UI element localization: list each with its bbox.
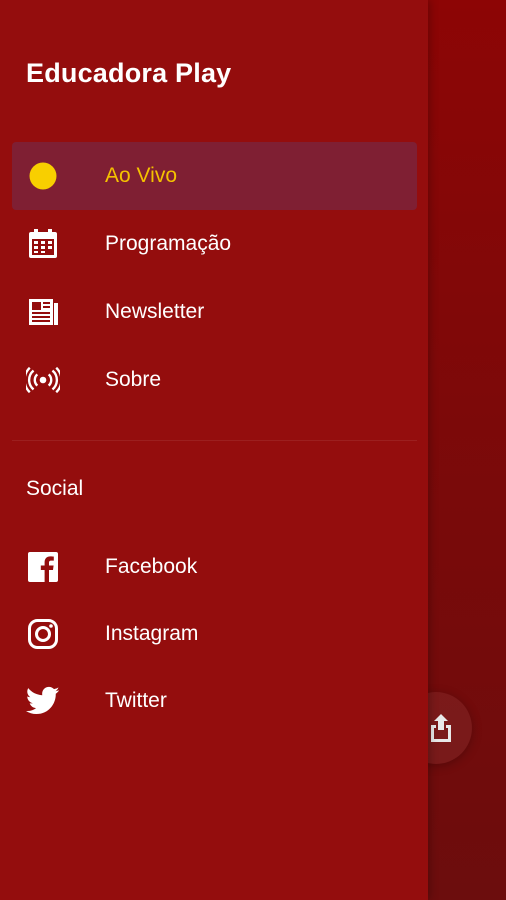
facebook-icon <box>26 550 60 584</box>
nav-item-newsletter[interactable]: Newsletter <box>12 278 417 346</box>
nav-item-programacao[interactable]: Programação <box>12 210 417 278</box>
nav-item-label: Sobre <box>105 368 162 391</box>
twitter-icon <box>26 684 60 718</box>
nav-item-label: Programação <box>105 232 232 255</box>
broadcast-icon <box>26 363 60 397</box>
nav-item-instagram[interactable]: Instagram <box>12 600 417 668</box>
nav-item-facebook[interactable]: Facebook <box>12 533 417 601</box>
nav-item-sobre[interactable]: Sobre <box>12 346 417 414</box>
nav-item-twitter[interactable]: Twitter <box>12 667 417 735</box>
newspaper-icon <box>26 295 60 329</box>
nav-item-label: Newsletter <box>105 300 205 323</box>
nav-item-label: Ao Vivo <box>105 164 177 187</box>
share-icon <box>431 714 451 742</box>
calendar-icon <box>26 227 60 261</box>
social-section-heading: Social <box>26 477 84 500</box>
instagram-icon <box>26 617 60 651</box>
nav-item-label: Twitter <box>105 689 167 712</box>
nav-item-label: Facebook <box>105 555 198 578</box>
navigation-drawer: Educadora Play Ao Vivo Programação Newsl… <box>0 0 428 900</box>
nav-item-ao-vivo[interactable]: Ao Vivo <box>12 142 417 210</box>
app-title: Educadora Play <box>26 58 232 88</box>
nav-item-label: Instagram <box>105 622 199 645</box>
live-dot-icon <box>26 159 60 193</box>
section-divider <box>12 440 417 441</box>
